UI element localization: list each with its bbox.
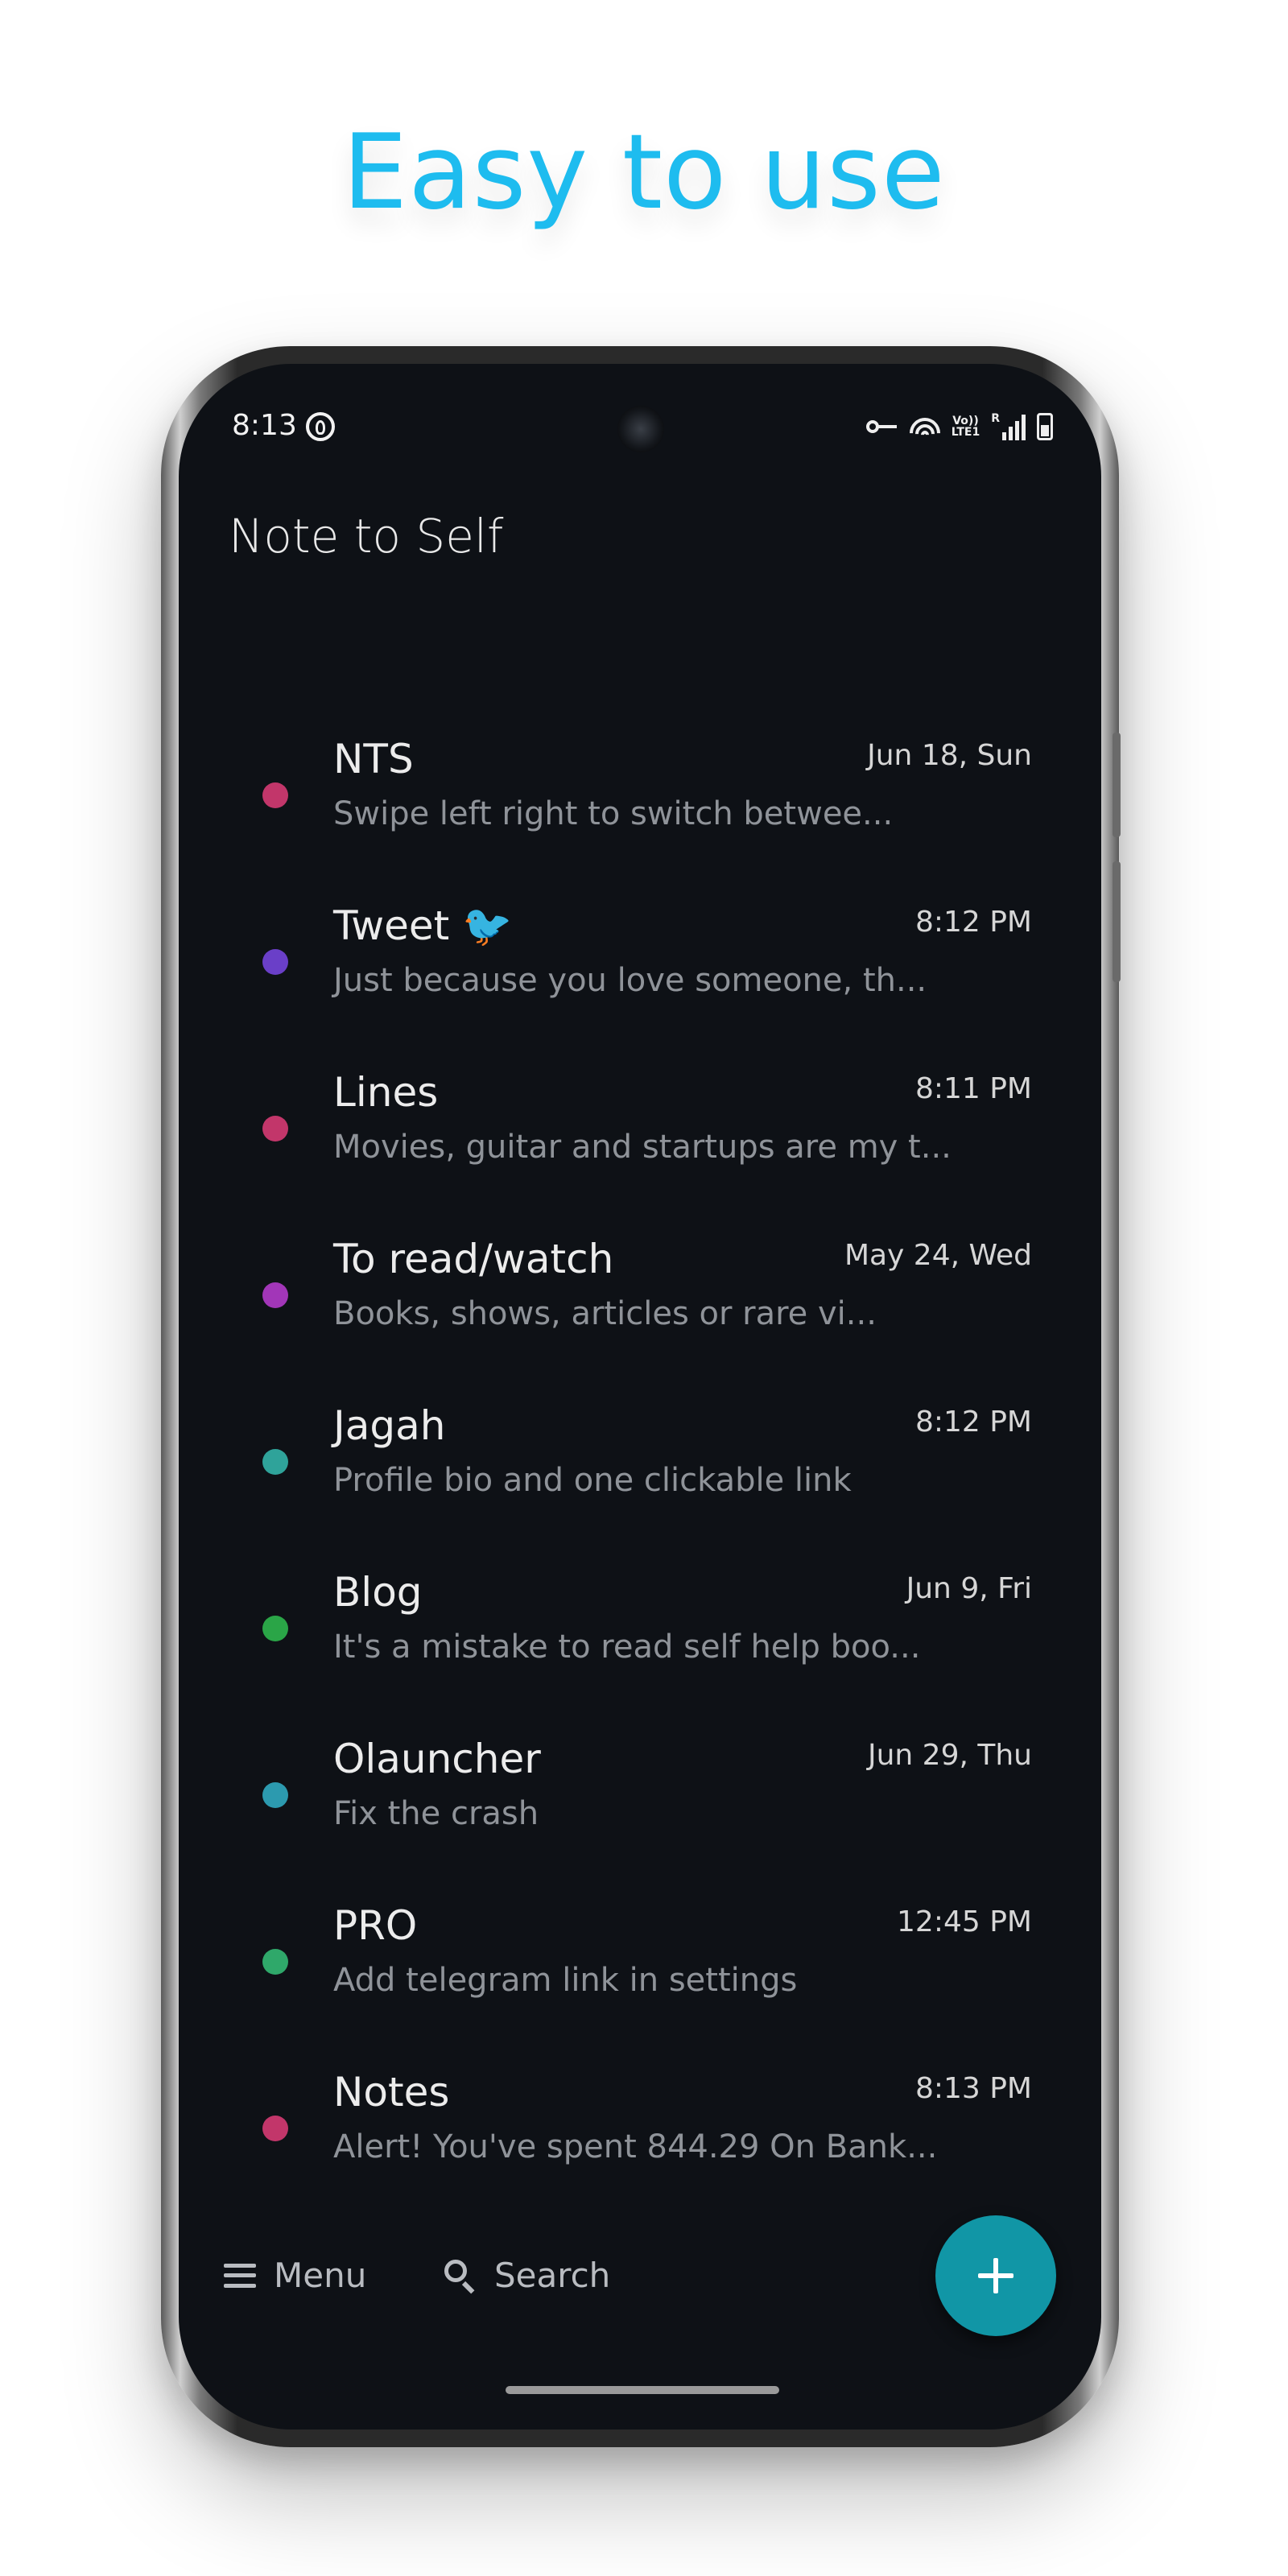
note-color-dot bbox=[262, 1949, 288, 1975]
vpn-key-icon bbox=[865, 420, 898, 433]
front-camera bbox=[617, 406, 664, 452]
note-preview: Add telegram link in settings bbox=[333, 1962, 798, 1999]
note-item[interactable]: Blog Jun 9, Fri It's a mistake to read sel… bbox=[179, 1535, 1101, 1696]
note-date: May 24, Wed bbox=[844, 1239, 1032, 1272]
power-button bbox=[1113, 861, 1121, 982]
volte-top-label: Vo)) bbox=[952, 415, 979, 427]
note-date: 8:12 PM bbox=[914, 1406, 1032, 1439]
phone-frame: 8:13 Vo)) LTE1 R Note to Self NTS Jun 18… bbox=[161, 346, 1121, 2447]
search-icon bbox=[444, 2259, 477, 2292]
roaming-label: R bbox=[991, 412, 1000, 425]
volte-bottom-label: LTE1 bbox=[951, 426, 980, 439]
note-date: 8:11 PM bbox=[914, 1072, 1032, 1105]
battery-icon bbox=[1037, 413, 1053, 440]
status-time: 8:13 bbox=[232, 409, 297, 442]
note-color-dot bbox=[262, 1116, 288, 1141]
note-item[interactable]: To read/watch May 24, Wed Books, shows, ar… bbox=[179, 1202, 1101, 1363]
volte-icon: Vo)) LTE1 bbox=[952, 415, 980, 438]
note-date: Jun 9, Fri bbox=[906, 1572, 1032, 1605]
note-title: Lines bbox=[333, 1069, 439, 1116]
note-preview: Swipe left right to switch betwee... bbox=[333, 795, 894, 832]
note-item[interactable]: Olauncher Jun 29, Thu Fix the crash bbox=[179, 1702, 1101, 1863]
volume-button bbox=[1113, 733, 1121, 837]
wifi-icon bbox=[909, 413, 940, 440]
note-color-dot bbox=[262, 2116, 288, 2141]
note-title: To read/watch bbox=[333, 1236, 614, 1282]
menu-label: Menu bbox=[274, 2256, 367, 2295]
note-date: 12:45 PM bbox=[897, 1905, 1032, 1938]
note-preview: It's a mistake to read self help boo... bbox=[333, 1629, 921, 1666]
add-note-button[interactable] bbox=[935, 2215, 1056, 2336]
headline: Easy to use bbox=[342, 113, 946, 233]
app-title: Note to Self bbox=[229, 509, 504, 564]
note-date: Jun 29, Thu bbox=[867, 1739, 1032, 1772]
note-title: Jagah bbox=[333, 1402, 446, 1449]
note-color-dot bbox=[262, 949, 288, 975]
note-date: 8:12 PM bbox=[914, 906, 1032, 939]
note-preview: Fix the crash bbox=[333, 1795, 539, 1832]
note-title: Notes bbox=[333, 2069, 450, 2116]
note-item[interactable]: Lines 8:11 PM Movies, guitar and startups … bbox=[179, 1035, 1101, 1196]
status-bar: 8:13 Vo)) LTE1 R bbox=[179, 364, 1101, 452]
bottom-bar: Menu Search bbox=[179, 2215, 1101, 2344]
note-color-dot bbox=[262, 1282, 288, 1308]
note-preview: Just because you love someone, th... bbox=[333, 962, 927, 999]
app-logo-icon bbox=[306, 412, 335, 441]
note-item[interactable]: Jagah 8:12 PM Profile bio and one clickabl… bbox=[179, 1368, 1101, 1530]
home-indicator[interactable] bbox=[506, 2386, 779, 2394]
signal-icon: R bbox=[991, 413, 1026, 440]
note-item[interactable]: NTS Jun 18, Sun Swipe left right to switch… bbox=[179, 702, 1101, 863]
note-color-dot bbox=[262, 1616, 288, 1641]
note-title: NTS bbox=[333, 736, 414, 782]
note-preview: Books, shows, articles or rare vi... bbox=[333, 1295, 877, 1332]
status-icons: Vo)) LTE1 R bbox=[865, 411, 1053, 443]
note-title: Olauncher bbox=[333, 1736, 541, 1782]
search-label: Search bbox=[494, 2256, 611, 2295]
hamburger-menu-icon bbox=[224, 2263, 256, 2288]
note-date: Jun 18, Sun bbox=[867, 739, 1032, 772]
note-item[interactable]: PRO 12:45 PM Add telegram link in settings bbox=[179, 1868, 1101, 2029]
menu-button[interactable]: Menu bbox=[224, 2256, 366, 2295]
note-title: Tweet 🐦 bbox=[333, 902, 513, 949]
note-item[interactable]: Tweet 🐦 8:12 PM Just because you love some… bbox=[179, 869, 1101, 1030]
search-button[interactable]: Search bbox=[444, 2256, 610, 2295]
note-color-dot bbox=[262, 1782, 288, 1808]
note-preview: Movies, guitar and startups are my t... bbox=[333, 1129, 952, 1166]
note-color-dot bbox=[262, 782, 288, 808]
note-item[interactable]: Notes 8:13 PM Alert! You've spent 844.29 O… bbox=[179, 2035, 1101, 2196]
note-title: Blog bbox=[333, 1569, 423, 1616]
note-date: 8:13 PM bbox=[914, 2072, 1032, 2105]
plus-icon bbox=[978, 2258, 1013, 2293]
note-preview: Profile bio and one clickable link bbox=[333, 1462, 852, 1499]
note-color-dot bbox=[262, 1449, 288, 1475]
note-title: PRO bbox=[333, 1902, 418, 1949]
phone-screen: 8:13 Vo)) LTE1 R Note to Self NTS Jun 18… bbox=[179, 364, 1101, 2429]
note-preview: Alert! You've spent 844.29 On Bank... bbox=[333, 2128, 938, 2165]
